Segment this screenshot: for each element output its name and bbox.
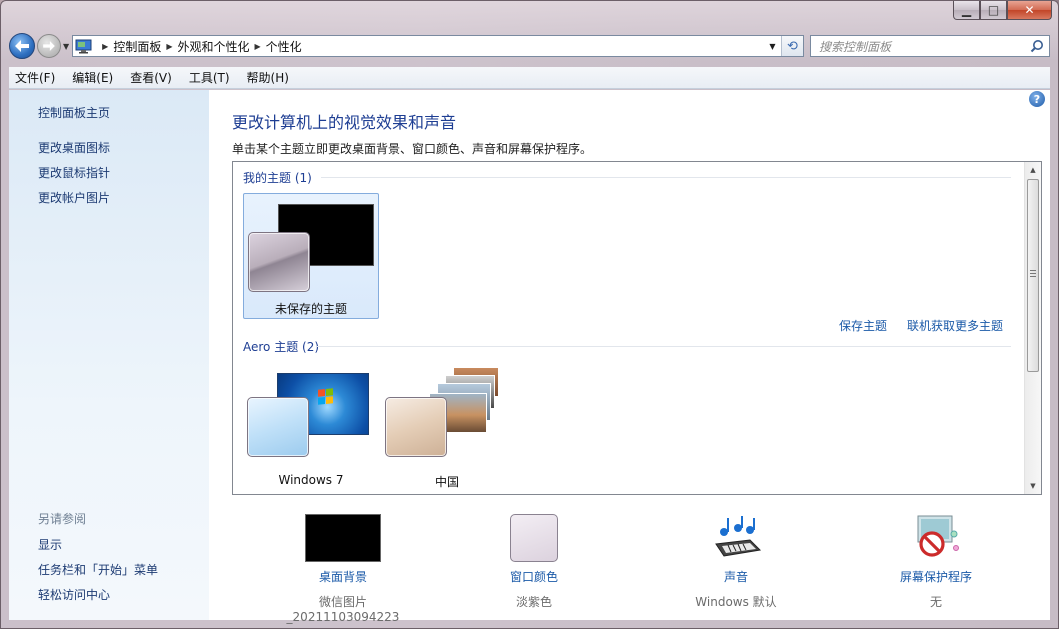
setting-window-color[interactable]: 窗口颜色 淡紫色 xyxy=(454,514,614,610)
address-controls: ▼ ⟲ xyxy=(763,36,803,56)
setting-desktop-background[interactable]: 桌面背景 微信图片_20211103094223 xyxy=(263,514,423,624)
back-button[interactable] xyxy=(9,33,35,59)
control-panel-icon xyxy=(75,38,93,54)
see-also-display[interactable]: 显示 xyxy=(38,536,62,553)
theme-china[interactable]: 中国 xyxy=(379,367,515,492)
screensaver-value: 无 xyxy=(929,595,942,609)
theme-windows7[interactable]: Windows 7 xyxy=(243,367,379,492)
menu-view[interactable]: 查看(V) xyxy=(130,69,172,86)
setting-sound[interactable]: 声音 Windows 默认 xyxy=(656,514,816,610)
divider xyxy=(317,346,1011,347)
page-title: 更改计算机上的视觉效果和声音 xyxy=(232,113,457,132)
theme-label: 中国 xyxy=(434,475,459,489)
client-area: 控制面板主页 更改桌面图标 更改鼠标指针 更改帐户图片 另请参阅 显示 任务栏和… xyxy=(9,90,1050,624)
maximize-button[interactable]: □ xyxy=(980,1,1007,20)
theme-color-swatch xyxy=(247,397,309,457)
recent-pages-dropdown[interactable]: ▼ xyxy=(63,42,69,51)
divider xyxy=(321,177,1011,178)
minimize-button[interactable]: ▁ xyxy=(953,1,980,20)
breadcrumb-control-panel[interactable]: 控制面板 xyxy=(113,38,161,55)
sound-value: Windows 默认 xyxy=(695,595,777,609)
forward-arrow-icon xyxy=(43,41,55,51)
theme-label: Windows 7 xyxy=(278,473,344,487)
setting-screensaver[interactable]: 屏幕保护程序 无 xyxy=(856,514,1016,610)
search-box[interactable]: 搜索控制面板 xyxy=(810,35,1050,57)
sidebar-control-panel-home[interactable]: 控制面板主页 xyxy=(38,104,110,121)
sidebar-item-desktop-icons[interactable]: 更改桌面图标 xyxy=(38,139,110,156)
see-also-heading: 另请参阅 xyxy=(38,512,87,526)
window-color-link[interactable]: 窗口颜色 xyxy=(454,568,614,585)
scroll-thumb[interactable] xyxy=(1027,179,1039,372)
theme-list: 我的主题 (1) 未保存的主题 保存主题 联机获取更多主题 Aero 主题 (2… xyxy=(232,161,1042,495)
menu-help[interactable]: 帮助(H) xyxy=(247,69,289,86)
desktop-background-icon xyxy=(305,514,381,562)
breadcrumb-separator[interactable]: ▶ xyxy=(102,42,108,51)
search-icon[interactable] xyxy=(1030,39,1044,53)
close-button[interactable]: ✕ xyxy=(1007,1,1052,20)
breadcrumb-appearance[interactable]: 外观和个性化 xyxy=(177,38,249,55)
menu-bar: 文件(F) 编辑(E) 查看(V) 工具(T) 帮助(H) xyxy=(9,67,1050,89)
search-input[interactable]: 搜索控制面板 xyxy=(819,38,891,55)
forward-button[interactable] xyxy=(37,34,61,58)
aero-themes-heading: Aero 主题 (2) xyxy=(243,340,320,354)
theme-color-swatch xyxy=(385,397,447,457)
breadcrumb-separator[interactable]: ▶ xyxy=(166,42,172,51)
personalization-window: ▁ □ ✕ ▼ ▶ 控制面板 ▶ 外观和个性化 ▶ 个性化 ▼ ⟲ 搜索控制面板… xyxy=(0,0,1059,629)
breadcrumb-separator[interactable]: ▶ xyxy=(255,42,261,51)
save-theme-link[interactable]: 保存主题 xyxy=(839,317,887,334)
sound-icon xyxy=(715,516,762,557)
screensaver-icon xyxy=(917,515,959,557)
breadcrumb-personalization[interactable]: 个性化 xyxy=(266,38,302,55)
my-themes-heading: 我的主题 (1) xyxy=(243,171,312,185)
window-color-value: 淡紫色 xyxy=(515,595,552,609)
address-dropdown-icon[interactable]: ▼ xyxy=(763,36,781,56)
scroll-up-icon[interactable]: ▲ xyxy=(1025,162,1041,178)
theme-unsaved[interactable]: 未保存的主题 xyxy=(243,193,379,319)
caption-buttons: ▁ □ ✕ xyxy=(953,1,1052,20)
back-arrow-icon xyxy=(15,40,29,52)
help-icon[interactable]: ? xyxy=(1029,91,1045,107)
page-description: 单击某个主题立即更改桌面背景、窗口颜色、声音和屏幕保护程序。 xyxy=(232,142,593,156)
navigation-bar: ▼ ▶ 控制面板 ▶ 外观和个性化 ▶ 个性化 ▼ ⟲ 搜索控制面板 xyxy=(9,31,1050,61)
sound-link[interactable]: 声音 xyxy=(656,568,816,585)
menu-edit[interactable]: 编辑(E) xyxy=(72,69,113,86)
refresh-icon[interactable]: ⟲ xyxy=(781,36,803,56)
task-sidebar: 控制面板主页 更改桌面图标 更改鼠标指针 更改帐户图片 另请参阅 显示 任务栏和… xyxy=(9,90,209,620)
see-also-ease-of-access[interactable]: 轻松访问中心 xyxy=(38,586,110,603)
window-color-icon xyxy=(510,514,558,562)
get-more-themes-link[interactable]: 联机获取更多主题 xyxy=(907,317,1003,334)
theme-color-swatch xyxy=(248,232,310,292)
desktop-background-value: 微信图片_20211103094223 xyxy=(286,595,400,624)
address-bar[interactable]: ▶ 控制面板 ▶ 外观和个性化 ▶ 个性化 ▼ ⟲ xyxy=(72,35,804,57)
sidebar-item-mouse-pointer[interactable]: 更改鼠标指针 xyxy=(38,164,110,181)
see-also-taskbar-start[interactable]: 任务栏和「开始」菜单 xyxy=(38,561,158,578)
menu-tools[interactable]: 工具(T) xyxy=(189,69,230,86)
main-pane: ? 更改计算机上的视觉效果和声音 单击某个主题立即更改桌面背景、窗口颜色、声音和… xyxy=(209,90,1050,624)
menu-file[interactable]: 文件(F) xyxy=(15,69,55,86)
scroll-down-icon[interactable]: ▼ xyxy=(1025,478,1041,494)
sidebar-item-account-picture[interactable]: 更改帐户图片 xyxy=(38,189,110,206)
desktop-background-link[interactable]: 桌面背景 xyxy=(263,568,423,585)
theme-label: 未保存的主题 xyxy=(274,302,347,316)
screensaver-link[interactable]: 屏幕保护程序 xyxy=(856,568,1016,585)
theme-list-scrollbar[interactable]: ▲ ▼ xyxy=(1024,162,1041,494)
